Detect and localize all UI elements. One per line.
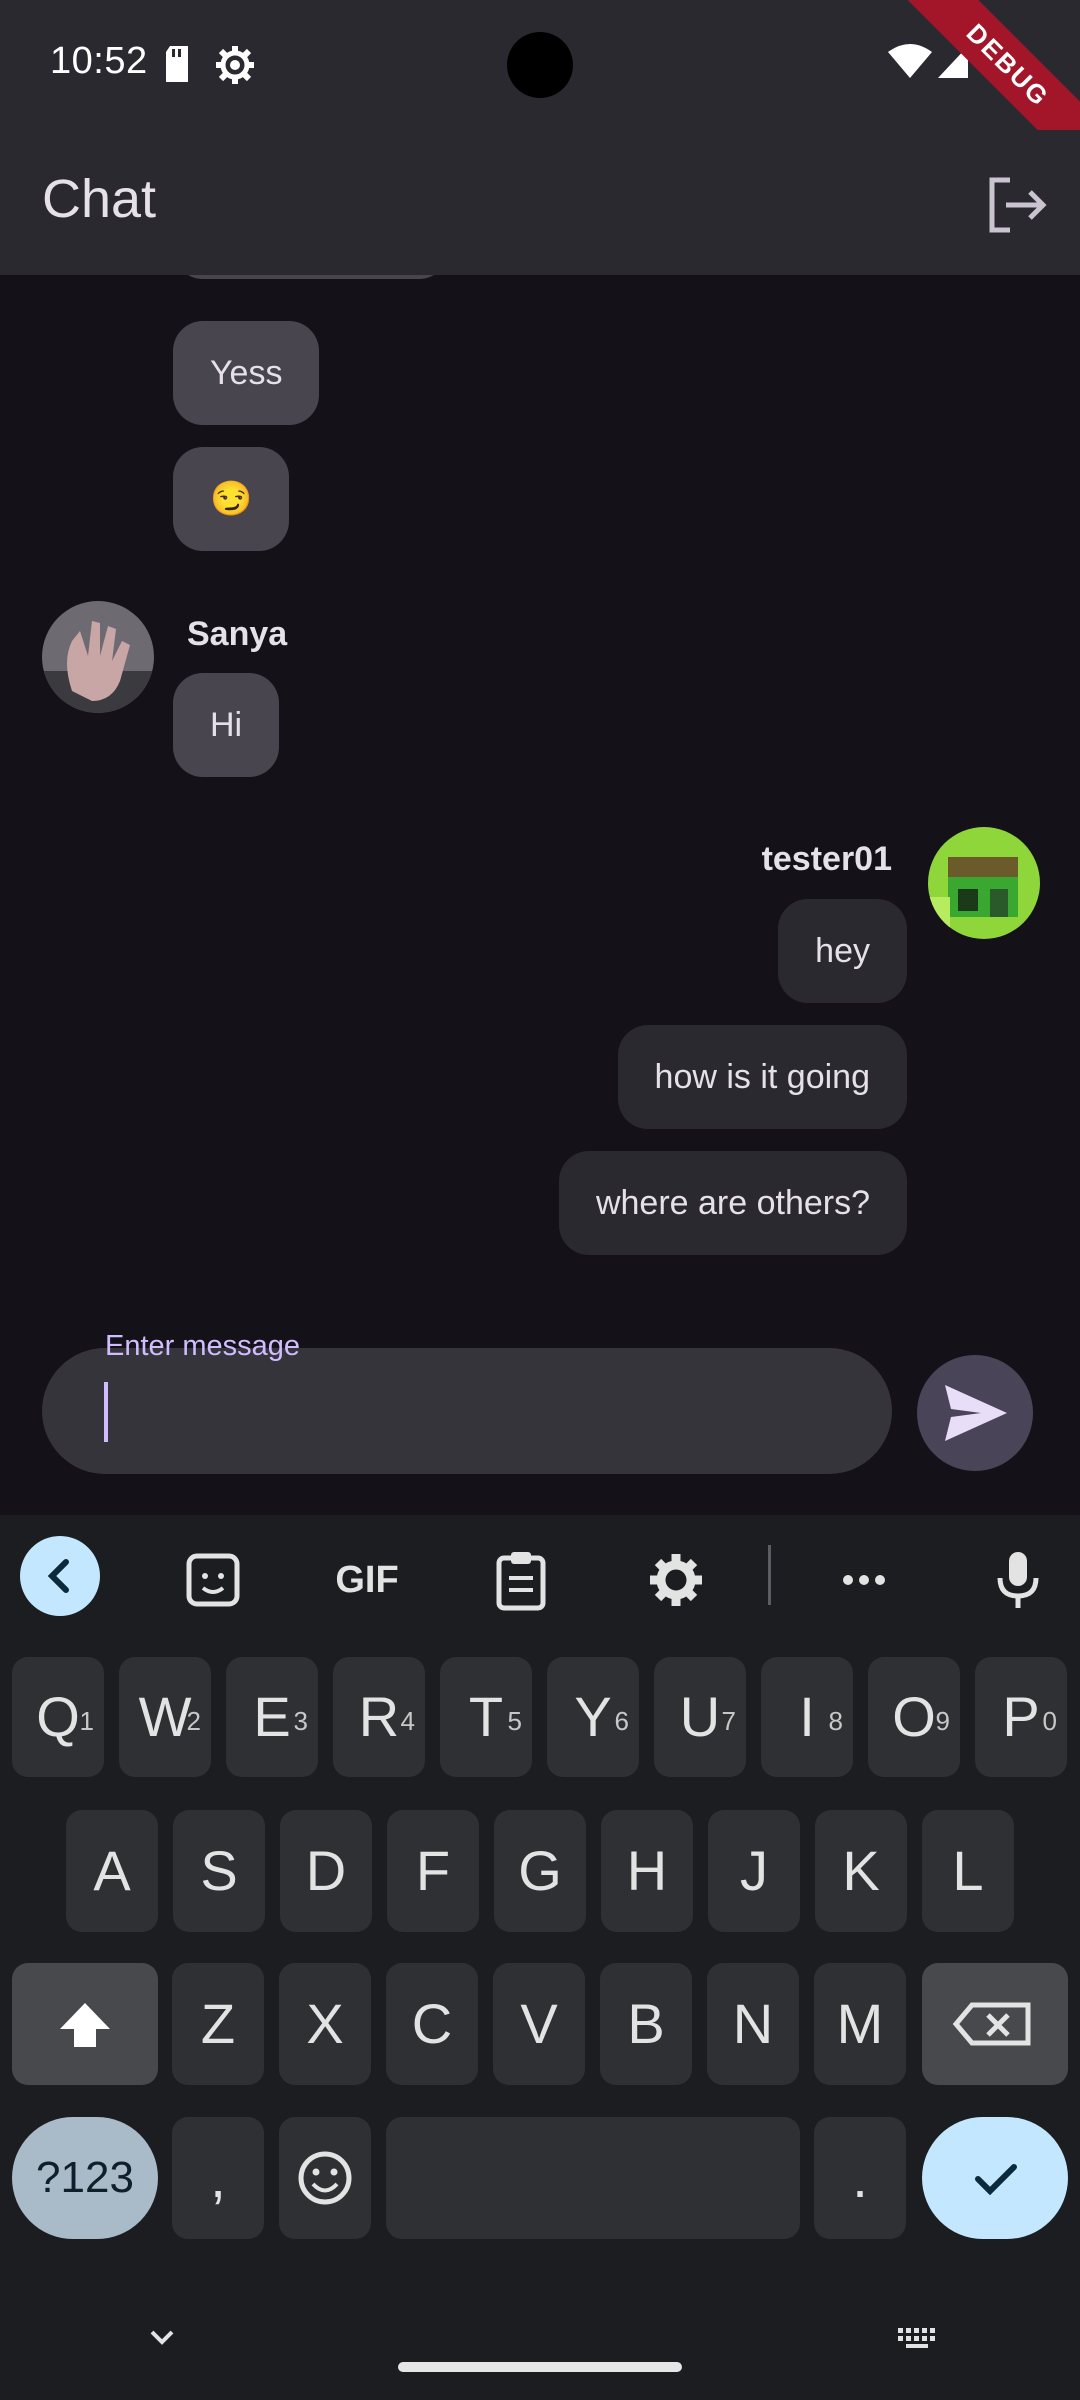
backspace-icon xyxy=(952,2002,1031,2046)
key-number-hint: 4 xyxy=(400,1706,415,1736)
key-l[interactable]: L xyxy=(922,1810,1014,1932)
shift-icon xyxy=(60,2003,110,2047)
key-number-hint: 9 xyxy=(935,1706,950,1736)
clipboard-icon[interactable] xyxy=(481,1540,561,1620)
message-input-label: Enter message xyxy=(105,1330,301,1362)
key-number-hint: 2 xyxy=(186,1706,201,1736)
keyboard-switch-icon[interactable] xyxy=(894,2318,944,2358)
wifi-icon xyxy=(888,44,932,78)
text-cursor xyxy=(104,1382,108,1442)
key-a[interactable]: A xyxy=(66,1810,158,1932)
key-m[interactable]: M xyxy=(814,1963,906,2085)
page-title: Chat xyxy=(42,169,157,229)
key-number-hint: 6 xyxy=(614,1706,629,1736)
mic-icon[interactable] xyxy=(978,1540,1058,1620)
sender-name: tester01 xyxy=(761,840,892,878)
settings-gear-icon xyxy=(216,46,254,84)
camera-cutout xyxy=(507,32,573,98)
signal-icon xyxy=(938,46,968,78)
status-bar: 10:52 xyxy=(0,0,1080,130)
chevron-left-icon xyxy=(47,1559,69,1593)
key-g[interactable]: G xyxy=(494,1810,586,1932)
key-x[interactable]: X xyxy=(279,1963,371,2085)
message-bubble-self: where are others? xyxy=(558,1151,907,1255)
settings-icon[interactable] xyxy=(636,1540,716,1620)
checkmark-icon xyxy=(975,2164,1017,2196)
home-indicator[interactable] xyxy=(398,2362,682,2372)
key-label: Q xyxy=(36,1685,80,1748)
key-i[interactable]: I8 xyxy=(761,1657,853,1777)
key-e[interactable]: E3 xyxy=(226,1657,318,1777)
app-bar: Chat xyxy=(0,130,1080,275)
comma-key[interactable]: , xyxy=(172,2117,264,2239)
key-o[interactable]: O9 xyxy=(868,1657,960,1777)
toolbar-divider xyxy=(768,1545,771,1605)
logout-icon[interactable] xyxy=(980,170,1050,240)
key-w[interactable]: W2 xyxy=(119,1657,211,1777)
status-time: 10:52 xyxy=(50,40,148,82)
done-key[interactable] xyxy=(922,2117,1068,2239)
gif-button[interactable]: GIF xyxy=(322,1555,412,1605)
key-number-hint: 5 xyxy=(507,1706,522,1736)
key-label: Y xyxy=(574,1685,612,1748)
key-r[interactable]: R4 xyxy=(333,1657,425,1777)
key-y[interactable]: Y6 xyxy=(547,1657,639,1777)
keyboard xyxy=(0,1515,1080,2400)
key-number-hint: 7 xyxy=(721,1706,736,1736)
emoji-key[interactable] xyxy=(279,2117,371,2239)
message-bubble: Hi xyxy=(173,673,280,777)
key-label: R xyxy=(358,1685,400,1748)
emoji-icon xyxy=(298,2151,352,2205)
message-bubble: 😏 xyxy=(173,447,290,551)
key-q[interactable]: Q1 xyxy=(12,1657,104,1777)
key-c[interactable]: C xyxy=(386,1963,478,2085)
message-bubble-self: hey xyxy=(778,899,907,1003)
symbols-key[interactable]: ?123 xyxy=(12,2117,158,2239)
message-list[interactable]: Yess 😏 Sanya Hi tester01 hey how is it g… xyxy=(0,275,1080,1515)
key-f[interactable]: F xyxy=(387,1810,479,1932)
key-label: E xyxy=(253,1685,291,1748)
key-u[interactable]: U7 xyxy=(654,1657,746,1777)
key-label: W xyxy=(138,1685,192,1748)
message-bubble-partial xyxy=(173,275,449,279)
key-s[interactable]: S xyxy=(173,1810,265,1932)
key-t[interactable]: T5 xyxy=(440,1657,532,1777)
key-label: O xyxy=(892,1685,936,1748)
backspace-key[interactable] xyxy=(922,1963,1068,2085)
sticker-icon[interactable] xyxy=(173,1540,253,1620)
more-icon[interactable] xyxy=(824,1540,904,1620)
key-label: P xyxy=(1002,1685,1040,1748)
key-k[interactable]: K xyxy=(815,1810,907,1932)
key-label: U xyxy=(679,1685,721,1748)
message-bubble: Yess xyxy=(173,321,320,425)
key-z[interactable]: Z xyxy=(172,1963,264,2085)
key-label: I xyxy=(799,1685,815,1748)
key-number-hint: 1 xyxy=(79,1706,94,1736)
key-v[interactable]: V xyxy=(493,1963,585,2085)
avatar xyxy=(928,827,1040,939)
key-h[interactable]: H xyxy=(601,1810,693,1932)
period-key[interactable]: . xyxy=(814,2117,906,2239)
send-icon xyxy=(945,1385,1007,1441)
message-bubble-self: how is it going xyxy=(617,1025,907,1129)
sd-card-icon xyxy=(166,46,188,82)
keyboard-back-button[interactable] xyxy=(20,1536,100,1616)
hide-keyboard-icon[interactable] xyxy=(142,2318,182,2358)
key-b[interactable]: B xyxy=(600,1963,692,2085)
message-input[interactable] xyxy=(42,1348,892,1474)
key-p[interactable]: P0 xyxy=(975,1657,1067,1777)
send-button[interactable] xyxy=(917,1355,1033,1471)
key-j[interactable]: J xyxy=(708,1810,800,1932)
sender-name: Sanya xyxy=(187,615,288,653)
key-n[interactable]: N xyxy=(707,1963,799,2085)
space-key[interactable] xyxy=(386,2117,800,2239)
key-d[interactable]: D xyxy=(280,1810,372,1932)
key-number-hint: 3 xyxy=(293,1706,308,1736)
key-number-hint: 8 xyxy=(828,1706,843,1736)
avatar xyxy=(42,601,154,713)
shift-key[interactable] xyxy=(12,1963,158,2085)
key-number-hint: 0 xyxy=(1042,1706,1057,1736)
key-label: T xyxy=(468,1685,504,1748)
